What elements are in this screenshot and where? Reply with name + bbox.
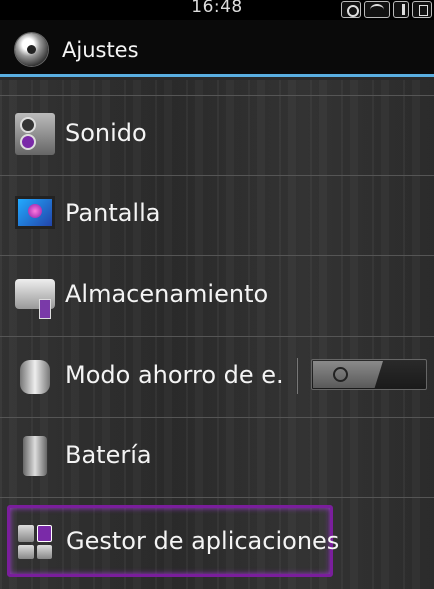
wifi-icon [364, 1, 390, 18]
settings-item-label: Batería [65, 441, 152, 469]
status-icons [341, 0, 432, 19]
page-title: Ajustes [62, 38, 139, 62]
settings-item-modo-ahorro[interactable]: Modo ahorro de e. [0, 338, 434, 418]
speaker-icon [15, 113, 55, 155]
monitor-icon [15, 196, 55, 229]
signal-icon [393, 1, 409, 18]
settings-app-icon[interactable] [15, 33, 48, 66]
settings-item-label: Pantalla [65, 199, 161, 227]
battery-item-icon [23, 436, 47, 476]
apps-icon [18, 525, 52, 559]
toggle-knob[interactable] [313, 361, 383, 388]
action-bar: Ajustes [0, 20, 434, 77]
battery-icon [412, 1, 432, 18]
settings-item-bateria[interactable]: Batería [0, 418, 434, 498]
settings-list: Sonido Pantalla Almacenamiento Modo ahor… [0, 80, 434, 589]
settings-item-label: Gestor de aplicaciones [66, 527, 340, 555]
settings-item-almacenamiento[interactable]: Almacenamiento [0, 257, 434, 337]
alarm-icon [341, 1, 361, 18]
power-saving-toggle[interactable] [311, 359, 427, 390]
plug-icon [20, 360, 50, 394]
status-bar: 16:48 [0, 0, 434, 20]
settings-item-label: Modo ahorro de e. [65, 361, 284, 389]
toggle-divider [297, 358, 298, 394]
settings-item-pantalla[interactable]: Pantalla [0, 176, 434, 256]
storage-icon [15, 279, 55, 319]
settings-item-label: Almacenamiento [65, 280, 269, 308]
settings-item-gestor-aplicaciones[interactable]: Gestor de aplicaciones [7, 505, 339, 577]
settings-item-label: Sonido [65, 119, 147, 147]
settings-item-sonido[interactable]: Sonido [0, 96, 434, 176]
